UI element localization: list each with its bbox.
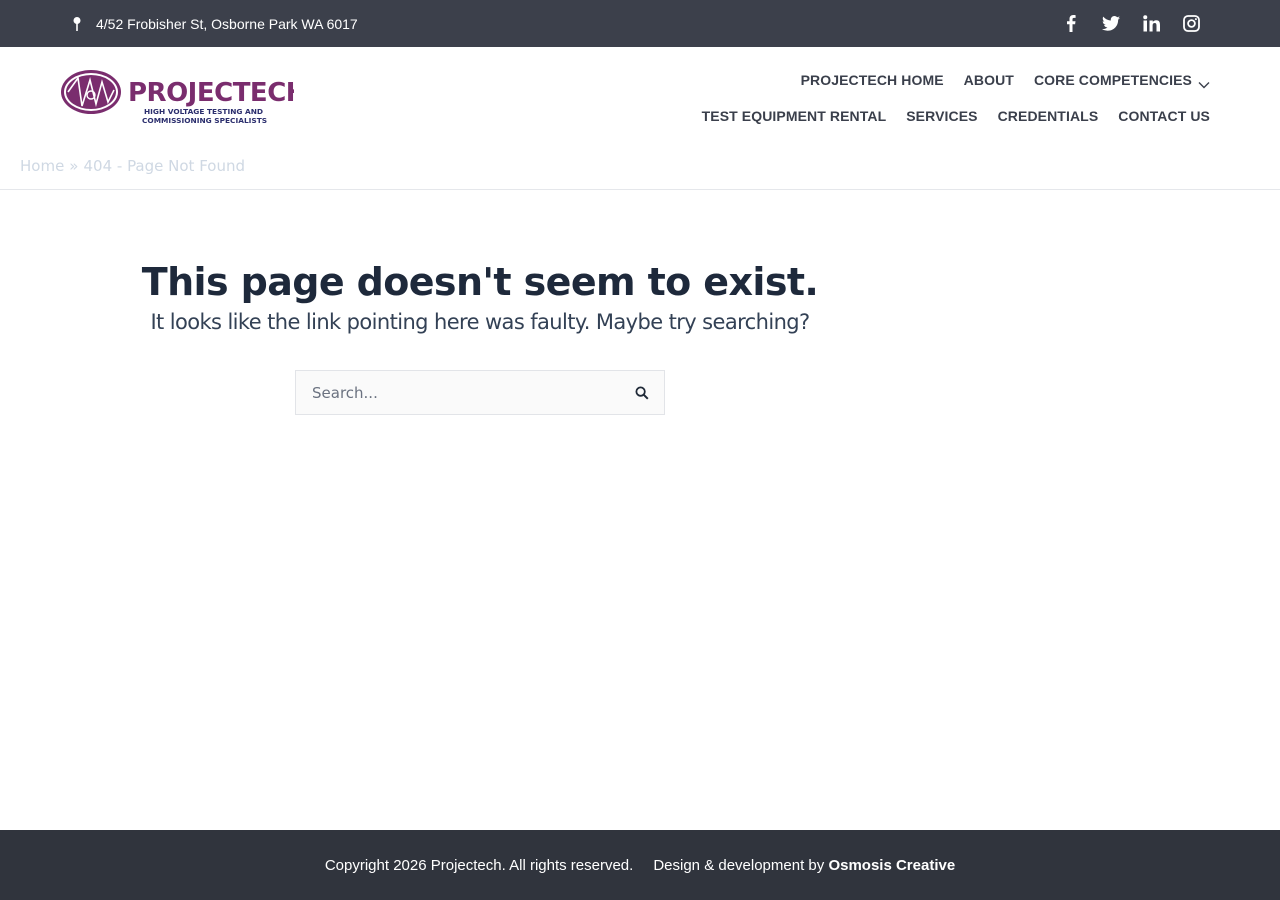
logo-mark-icon xyxy=(61,70,121,114)
facebook-icon[interactable] xyxy=(1062,15,1080,33)
search-form xyxy=(295,370,665,415)
top-bar: 4/52 Frobisher St, Osborne Park WA 6017 xyxy=(0,0,1280,47)
nav-label: CREDENTIALS xyxy=(997,108,1099,124)
search-button[interactable] xyxy=(620,371,664,414)
address: 4/52 Frobisher St, Osborne Park WA 6017 xyxy=(72,0,358,47)
credit-text: Design & development by Osmosis Creative xyxy=(653,857,955,874)
svg-text:HIGH VOLTAGE TESTING AND: HIGH VOLTAGE TESTING AND xyxy=(144,107,263,116)
map-pin-icon xyxy=(72,16,84,32)
site-footer: Copyright 2026 Projectech. All rights re… xyxy=(0,830,1280,900)
twitter-icon[interactable] xyxy=(1102,15,1120,33)
search-icon xyxy=(635,386,649,400)
nav-test-equipment-rental[interactable]: TEST EQUIPMENT RENTAL xyxy=(702,107,887,125)
nav-label: SERVICES xyxy=(906,108,978,124)
primary-nav-row-2: TEST EQUIPMENT RENTAL SERVICES CREDENTIA… xyxy=(702,107,1210,125)
social-links xyxy=(1062,0,1200,47)
breadcrumb: Home » 404 - Page Not Found xyxy=(20,157,245,175)
search-input[interactable] xyxy=(296,371,620,414)
page-subtitle: It looks like the link pointing here was… xyxy=(150,310,810,334)
site-header: PROJECTECH HIGH VOLTAGE TESTING AND COMM… xyxy=(0,47,1280,145)
nav-label: ABOUT xyxy=(963,72,1014,88)
nav-credentials[interactable]: CREDENTIALS xyxy=(998,107,1099,125)
osmosis-creative-link[interactable]: Osmosis Creative xyxy=(828,857,955,874)
nav-contact-us[interactable]: CONTACT US xyxy=(1118,107,1210,125)
svg-text:COMMISSIONING SPECIALISTS: COMMISSIONING SPECIALISTS xyxy=(142,116,267,125)
linkedin-icon[interactable] xyxy=(1142,15,1160,33)
page-title: This page doesn't seem to exist. xyxy=(141,260,819,304)
primary-nav-row-1: PROJECTECH HOME ABOUT CORE COMPETENCIES xyxy=(801,71,1210,89)
header-divider xyxy=(0,189,1280,190)
nav-label: TEST EQUIPMENT RENTAL xyxy=(701,108,887,124)
nav-label: PROJECTECH HOME xyxy=(800,72,944,88)
projectech-logo[interactable]: PROJECTECH HIGH VOLTAGE TESTING AND COMM… xyxy=(60,68,308,126)
breadcrumb-current: 404 - Page Not Found xyxy=(83,157,245,175)
copyright-text: Copyright 2026 Projectech. All rights re… xyxy=(324,856,634,874)
breadcrumb-home-link[interactable]: Home xyxy=(20,157,64,175)
nav-about[interactable]: ABOUT xyxy=(964,71,1014,89)
nav-label: CONTACT US xyxy=(1118,108,1210,124)
svg-text:PROJECTECH: PROJECTECH xyxy=(128,78,294,108)
credit-prefix: Design & development by xyxy=(653,856,825,874)
breadcrumb-separator: » xyxy=(69,157,79,175)
nav-projectech-home[interactable]: PROJECTECH HOME xyxy=(801,71,944,89)
nav-services[interactable]: SERVICES xyxy=(906,107,977,125)
nav-core-competencies[interactable]: CORE COMPETENCIES xyxy=(1034,71,1210,89)
nav-label: CORE COMPETENCIES xyxy=(1033,72,1192,88)
address-text: 4/52 Frobisher St, Osborne Park WA 6017 xyxy=(96,15,358,32)
chevron-down-icon xyxy=(1198,76,1210,89)
instagram-icon[interactable] xyxy=(1182,15,1200,33)
